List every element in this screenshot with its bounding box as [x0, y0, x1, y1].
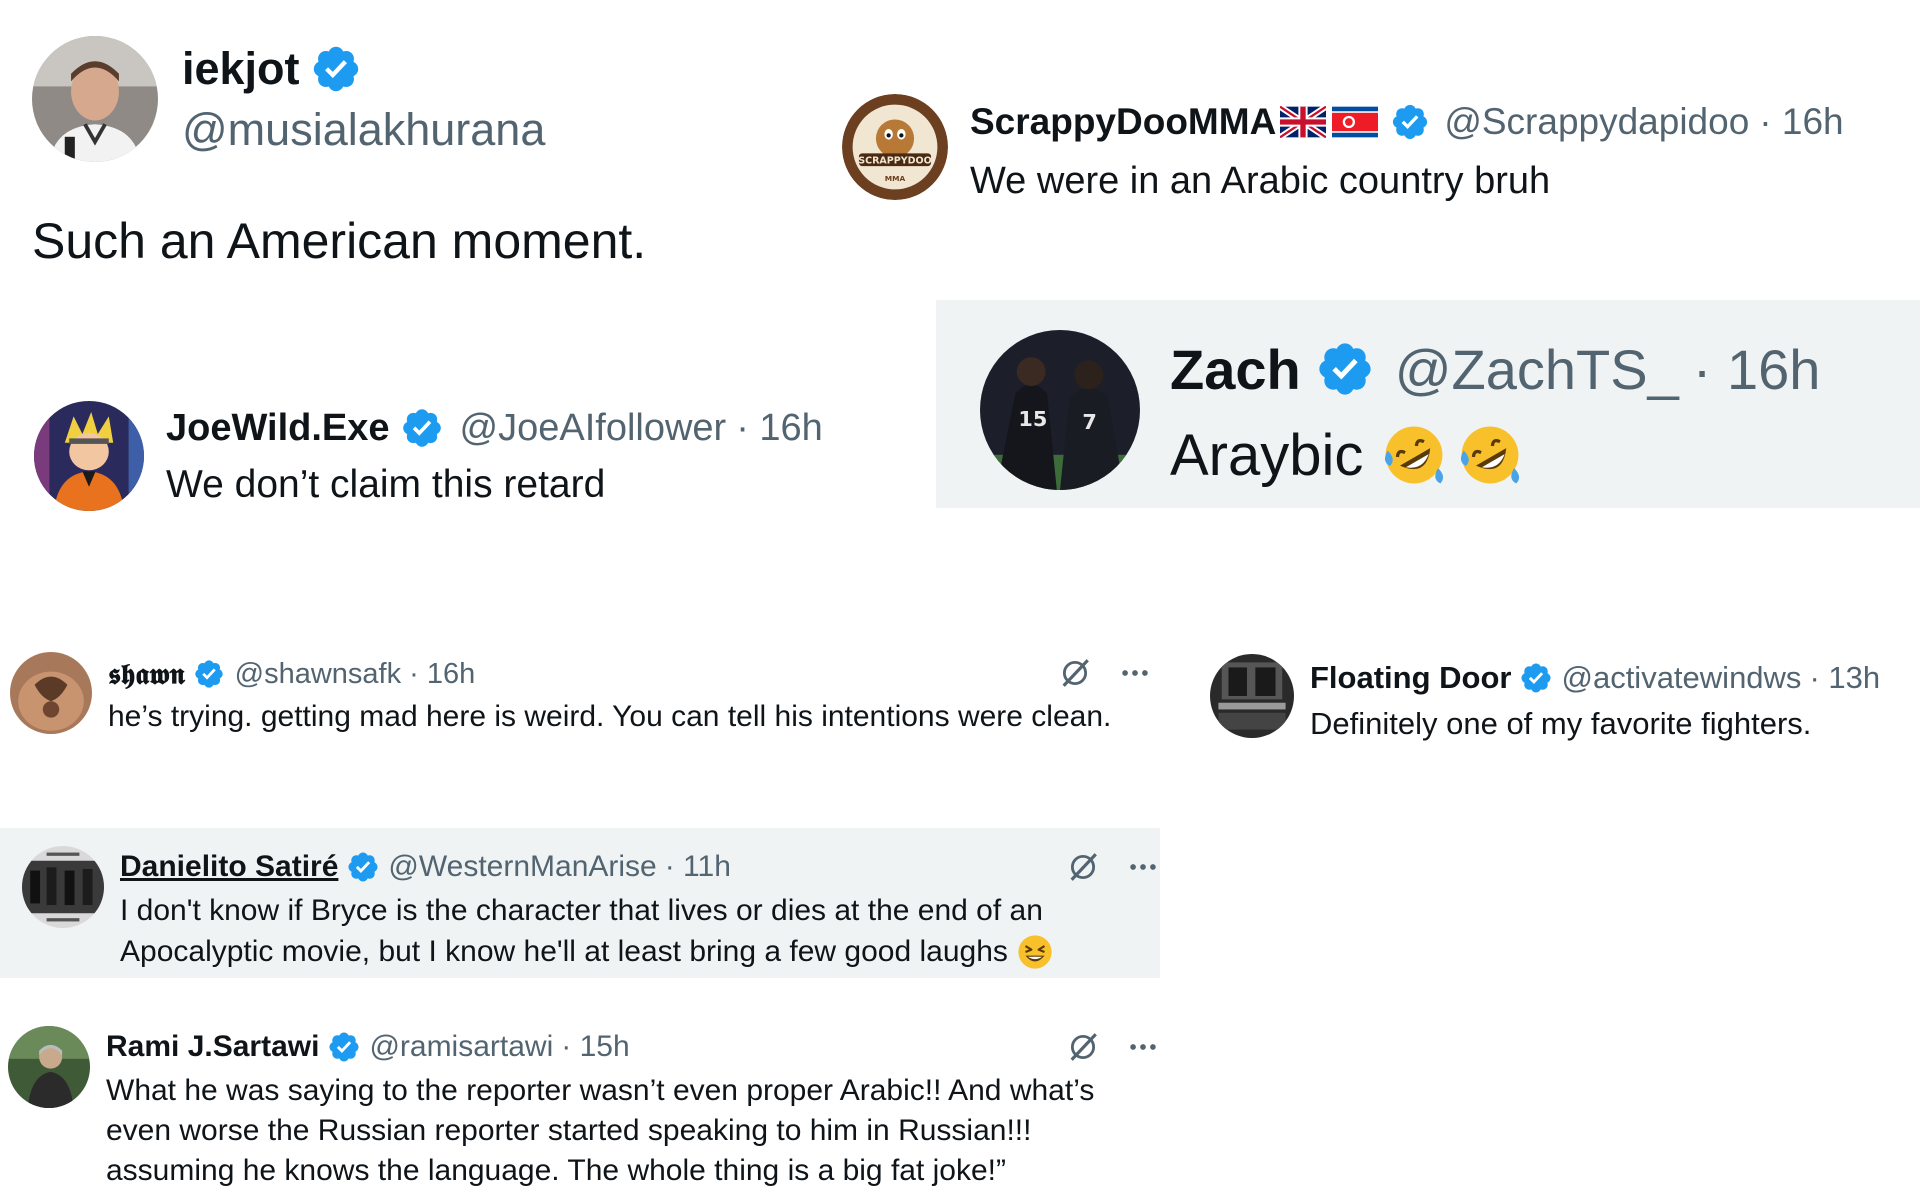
handle[interactable]: @Scrappydapidoo [1444, 101, 1749, 143]
avatar-label: SCRAPPYDOO [858, 155, 931, 166]
display-name[interactable]: JoeWild.Exe [166, 407, 390, 450]
tweet-text: Definitely one of my favorite fighters. [1310, 706, 1812, 741]
avatar[interactable]: SCRAPPYDOO MMA [842, 94, 948, 200]
tweet-card-rami: Rami J.Sartawi @ramisartawi · 15h What h… [0, 1010, 1160, 1200]
more-icon[interactable] [1126, 850, 1160, 884]
author-row: JoeWild.Exe @JoeAIfollower · 16h [166, 403, 823, 453]
grinning-squinting-face-icon [1016, 933, 1054, 971]
verified-badge-icon [327, 1030, 361, 1064]
jersey-number: 7 [1082, 410, 1096, 434]
display-name[interactable]: Rami J.Sartawi [106, 1030, 319, 1064]
tweet-text-line: Apocalyptic movie, but I know he'll at l… [120, 935, 1008, 968]
tweet-card-scrappydoomma: SCRAPPYDOO MMA ScrappyDooMMA @Scrappydap… [830, 80, 1920, 220]
rolling-on-floor-laughing-icon [1379, 420, 1449, 490]
verified-badge-icon [346, 850, 380, 884]
avatar-image [34, 401, 144, 511]
tweet-text-line: even worse the Russian reporter started … [106, 1114, 1032, 1147]
author-row: Rami J.Sartawi @ramisartawi · 15h [106, 1026, 630, 1068]
tweet-text: Such an American moment. [32, 213, 647, 269]
grok-icon[interactable] [1066, 850, 1100, 884]
display-name[interactable]: Danielito Satiré [120, 850, 338, 884]
avatar-image: 15 7 [980, 330, 1140, 490]
timestamp[interactable]: · 15h [561, 1030, 629, 1064]
uk-flag-icon [1280, 106, 1327, 138]
tweet-actions [1066, 850, 1160, 884]
verified-badge-icon [1390, 102, 1430, 142]
handle[interactable]: @ZachTS_ [1395, 337, 1679, 402]
tweet-text-row: Apocalyptic movie, but I know he'll at l… [120, 932, 1054, 972]
timestamp[interactable]: · 11h [665, 850, 731, 884]
avatar[interactable] [8, 1026, 90, 1108]
display-name[interactable]: iekjot [182, 43, 300, 95]
tweet-text-line: assuming he knows the language. The whol… [106, 1154, 1006, 1187]
author-row: iekjot [182, 42, 362, 96]
more-icon[interactable] [1118, 656, 1152, 690]
tweet-text: he’s trying. getting mad here is weird. … [108, 700, 1112, 733]
author-row: Danielito Satiré @WesternManArise · 11h [120, 846, 731, 888]
timestamp[interactable]: · 16h [1693, 337, 1821, 402]
tweet-card-joewild: JoeWild.Exe @JoeAIfollower · 16h We don’… [0, 385, 920, 525]
author-row: ScrappyDooMMA @Scrappydapidoo · 16h [970, 100, 1844, 144]
avatar[interactable] [10, 652, 92, 734]
timestamp[interactable]: · 16h [409, 658, 475, 691]
verified-badge-icon [400, 406, 444, 450]
handle[interactable]: @shawnsafk [235, 658, 401, 691]
north-korea-flag-icon [1332, 106, 1379, 138]
tweet-card-zach: 15 7 Zach @ZachTS_ · 16h Araybic [936, 300, 1920, 508]
tweet-text-line: What he was saying to the reporter wasn’… [106, 1074, 1095, 1107]
tweet-card-shawn: 𝖘𝖍𝖆𝖜𝖓 @shawnsafk · 16h he’s trying. gett… [0, 640, 1160, 740]
avatar[interactable]: 15 7 [980, 330, 1140, 490]
display-name[interactable]: ScrappyDooMMA [970, 101, 1276, 143]
tweet-card-danielito: Danielito Satiré @WesternManArise · 11h … [0, 828, 1160, 978]
handle[interactable]: @ramisartawi [369, 1030, 553, 1064]
avatar[interactable] [22, 846, 104, 928]
avatar-image [1210, 654, 1294, 738]
avatar-image [8, 1026, 90, 1108]
verified-badge-icon [193, 658, 225, 690]
timestamp[interactable]: · 16h [1759, 101, 1843, 143]
timestamp[interactable]: · 13h [1809, 660, 1880, 696]
handle[interactable]: @musialakhurana [182, 104, 545, 156]
author-row: Zach @ZachTS_ · 16h [1170, 336, 1820, 402]
author-row: 𝖘𝖍𝖆𝖜𝖓 @shawnsafk · 16h [108, 654, 475, 694]
tweet-text: We were in an Arabic country bruh [970, 160, 1551, 202]
timestamp[interactable]: · 16h [736, 407, 823, 450]
handle[interactable]: @JoeAIfollower [460, 407, 727, 450]
avatar-image [22, 846, 104, 928]
avatar-image [32, 36, 158, 162]
verified-badge-icon [1315, 339, 1375, 399]
avatar-sublabel: MMA [885, 174, 906, 183]
tweet-text-line: I don't know if Bryce is the character t… [120, 894, 1043, 927]
verified-badge-icon [1519, 661, 1553, 695]
jersey-number: 15 [1018, 407, 1047, 431]
grok-icon[interactable] [1058, 656, 1092, 690]
avatar[interactable] [1210, 654, 1294, 738]
grok-icon[interactable] [1066, 1030, 1100, 1064]
avatar-image [10, 652, 92, 734]
handle[interactable]: @WesternManArise [388, 850, 656, 884]
tweet-actions [1066, 1030, 1160, 1064]
display-name[interactable]: Floating Door [1310, 660, 1511, 696]
tweet-text-row: Araybic [1170, 420, 1525, 490]
more-icon[interactable] [1126, 1030, 1160, 1064]
tweet-text: Araybic [1170, 422, 1364, 488]
rolling-on-floor-laughing-icon [1455, 420, 1525, 490]
avatar[interactable] [34, 401, 144, 511]
tweet-card-floating-door: Floating Door @activatewindws · 13h Defi… [1190, 640, 1920, 750]
tweet-card-iekjot: iekjot @musialakhurana Such an American … [0, 0, 820, 300]
verified-badge-icon [310, 43, 362, 95]
tweet-actions [1058, 656, 1152, 690]
tweet-text: We don’t claim this retard [166, 463, 606, 506]
handle[interactable]: @activatewindws [1561, 660, 1801, 696]
avatar[interactable] [32, 36, 158, 162]
display-name[interactable]: Zach [1170, 337, 1301, 402]
author-row: Floating Door @activatewindws · 13h [1310, 658, 1880, 698]
avatar-image: SCRAPPYDOO MMA [842, 94, 948, 200]
display-name[interactable]: 𝖘𝖍𝖆𝖜𝖓 [108, 657, 185, 692]
handle-row: @musialakhurana [182, 102, 545, 158]
